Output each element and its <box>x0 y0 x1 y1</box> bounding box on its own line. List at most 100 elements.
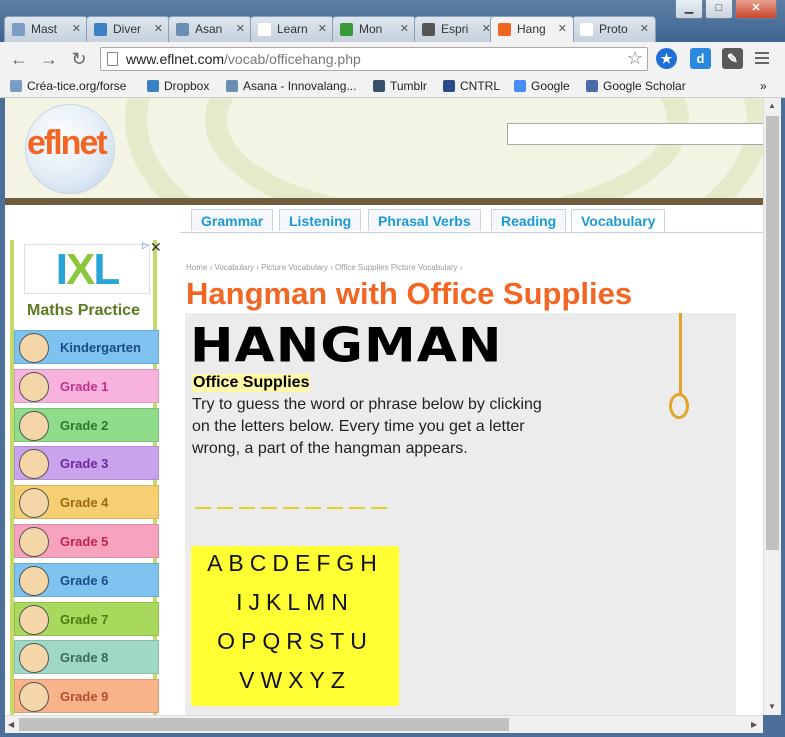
tab-close-icon[interactable]: ✕ <box>154 22 163 35</box>
letter-button-i[interactable]: I <box>236 589 248 615</box>
bookmark-item[interactable]: Google Scholar <box>586 79 686 93</box>
page-icon <box>107 52 118 66</box>
bookmark-item[interactable]: Créa-tice.org/forse <box>10 79 126 93</box>
tab-label: Learn <box>277 22 308 36</box>
letter-button-y[interactable]: Y <box>310 667 331 693</box>
window-controls: ▁ □ ✕ <box>675 0 777 20</box>
browser-tab[interactable]: Asan ✕ <box>168 16 252 42</box>
bookmark-favicon-icon <box>586 80 598 92</box>
nav-tab-phrasal-verbs[interactable]: Phrasal Verbs <box>368 209 481 231</box>
letter-blank <box>195 507 211 509</box>
extension-d-icon[interactable]: d <box>690 48 711 69</box>
letter-button-w[interactable]: W <box>260 667 288 693</box>
letter-button-c[interactable]: C <box>250 550 273 576</box>
scroll-right-arrow-icon[interactable]: ▶ <box>751 720 757 729</box>
letter-button-t[interactable]: T <box>330 628 350 654</box>
bookmark-star-icon[interactable]: ☆ <box>627 48 643 69</box>
horizontal-scroll-thumb[interactable] <box>19 718 509 731</box>
menu-icon[interactable] <box>755 52 769 67</box>
nav-tab-grammar[interactable]: Grammar <box>191 209 274 231</box>
ad-grade-link[interactable]: Grade 6 <box>14 562 159 597</box>
letter-button-x[interactable]: X <box>288 667 309 693</box>
tab-label: Proto <box>599 22 628 36</box>
letter-button-j[interactable]: J <box>248 589 266 615</box>
letter-button-m[interactable]: M <box>306 589 331 615</box>
nav-tab-vocabulary[interactable]: Vocabulary <box>571 209 666 233</box>
letter-button-l[interactable]: L <box>287 589 306 615</box>
bookmark-item[interactable]: Tumblr <box>373 79 427 93</box>
tab-close-icon[interactable]: ✕ <box>640 22 649 35</box>
letter-blank <box>349 507 365 509</box>
letter-button-f[interactable]: F <box>316 550 336 576</box>
browser-tab[interactable]: Mon ✕ <box>332 16 416 42</box>
address-bar[interactable]: www.eflnet.com/vocab/officehang.php ☆ <box>100 47 648 71</box>
tab-close-icon[interactable]: ✕ <box>400 22 409 35</box>
letter-button-v[interactable]: V <box>239 667 260 693</box>
letter-button-g[interactable]: G <box>336 550 360 576</box>
ad-grade-link[interactable]: Grade 1 <box>14 368 159 403</box>
ad-grade-link[interactable]: Grade 7 <box>14 601 159 636</box>
letter-button-n[interactable]: N <box>331 589 354 615</box>
letter-button-q[interactable]: Q <box>262 628 286 654</box>
browser-tab[interactable]: Mast ✕ <box>4 16 88 42</box>
maximize-button[interactable]: □ <box>705 0 733 19</box>
gallows-rope-icon <box>679 313 682 395</box>
nav-tab-listening[interactable]: Listening <box>279 209 362 231</box>
tab-close-icon[interactable]: ✕ <box>318 22 327 35</box>
ixl-logo[interactable]: IXL <box>24 244 150 294</box>
ixl-ad[interactable]: IXL Maths Practice Kindergarten Grade 1 Gr… <box>10 240 159 715</box>
browser-tab[interactable]: Proto ✕ <box>572 16 656 42</box>
breadcrumb[interactable]: Home › Vocabulary › Picture Vocabulary ›… <box>186 263 462 272</box>
ad-close-icon[interactable]: ✕ <box>150 239 162 256</box>
vertical-scroll-thumb[interactable] <box>766 116 779 550</box>
ad-grade-link[interactable]: Grade 9 <box>14 679 159 714</box>
scroll-up-arrow-icon[interactable]: ▲ <box>768 101 776 110</box>
letter-button-h[interactable]: H <box>360 550 383 576</box>
ad-grade-link[interactable]: Grade 8 <box>14 640 159 675</box>
bookmark-item[interactable]: CNTRL <box>443 79 500 93</box>
minimize-button[interactable]: ▁ <box>675 0 703 19</box>
ad-grade-link[interactable]: Kindergarten <box>14 330 159 364</box>
extension-star-icon[interactable]: ★ <box>656 48 677 69</box>
tab-close-icon[interactable]: ✕ <box>72 22 81 35</box>
vertical-scrollbar[interactable]: ▲ ▼ <box>763 98 781 715</box>
scroll-down-arrow-icon[interactable]: ▼ <box>768 702 776 711</box>
site-search-input[interactable] <box>507 123 763 145</box>
scroll-left-arrow-icon[interactable]: ◀ <box>8 720 14 729</box>
tab-close-icon[interactable]: ✕ <box>558 22 567 35</box>
ad-grade-link[interactable]: Grade 4 <box>14 485 159 520</box>
letter-button-z[interactable]: Z <box>331 667 351 693</box>
bookmarks-overflow[interactable]: » <box>760 79 767 93</box>
tab-close-icon[interactable]: ✕ <box>236 22 245 35</box>
nav-tab-reading[interactable]: Reading <box>491 209 567 231</box>
letter-button-u[interactable]: U <box>350 628 373 654</box>
tab-label: Hang <box>517 22 546 36</box>
extension-evernote-icon[interactable]: ✎ <box>722 48 743 69</box>
letter-button-p[interactable]: P <box>241 628 262 654</box>
bookmark-item[interactable]: Asana - Innovalang... <box>226 79 356 93</box>
horizontal-scrollbar[interactable]: ◀ ▶ <box>5 715 763 733</box>
forward-arrow-icon[interactable]: → <box>38 48 60 70</box>
browser-tab[interactable]: Espri ✕ <box>414 16 498 42</box>
site-logo[interactable]: eflnet <box>27 124 108 163</box>
browser-tab[interactable]: Diver ✕ <box>86 16 170 42</box>
letter-button-b[interactable]: B <box>228 550 249 576</box>
letter-button-a[interactable]: A <box>207 550 228 576</box>
ad-grade-link[interactable]: Grade 5 <box>14 524 159 558</box>
letter-button-o[interactable]: O <box>217 628 241 654</box>
letter-button-s[interactable]: S <box>309 628 330 654</box>
ad-grade-link[interactable]: Grade 3 <box>14 446 159 481</box>
reload-icon[interactable]: ↻ <box>68 48 90 70</box>
bookmark-item[interactable]: Google <box>514 79 570 93</box>
back-arrow-icon[interactable]: ← <box>8 48 30 70</box>
letter-button-k[interactable]: K <box>266 589 287 615</box>
browser-tab[interactable]: Learn ✕ <box>250 16 334 42</box>
letter-button-r[interactable]: R <box>286 628 309 654</box>
ad-grade-link[interactable]: Grade 2 <box>14 407 159 442</box>
bookmark-label: Asana - Innovalang... <box>243 79 357 93</box>
letter-button-e[interactable]: E <box>295 550 316 576</box>
browser-tab[interactable]: Hang ✕ <box>490 16 574 42</box>
letter-button-d[interactable]: D <box>272 550 295 576</box>
close-window-button[interactable]: ✕ <box>735 0 777 19</box>
bookmark-item[interactable]: Dropbox <box>147 79 209 93</box>
